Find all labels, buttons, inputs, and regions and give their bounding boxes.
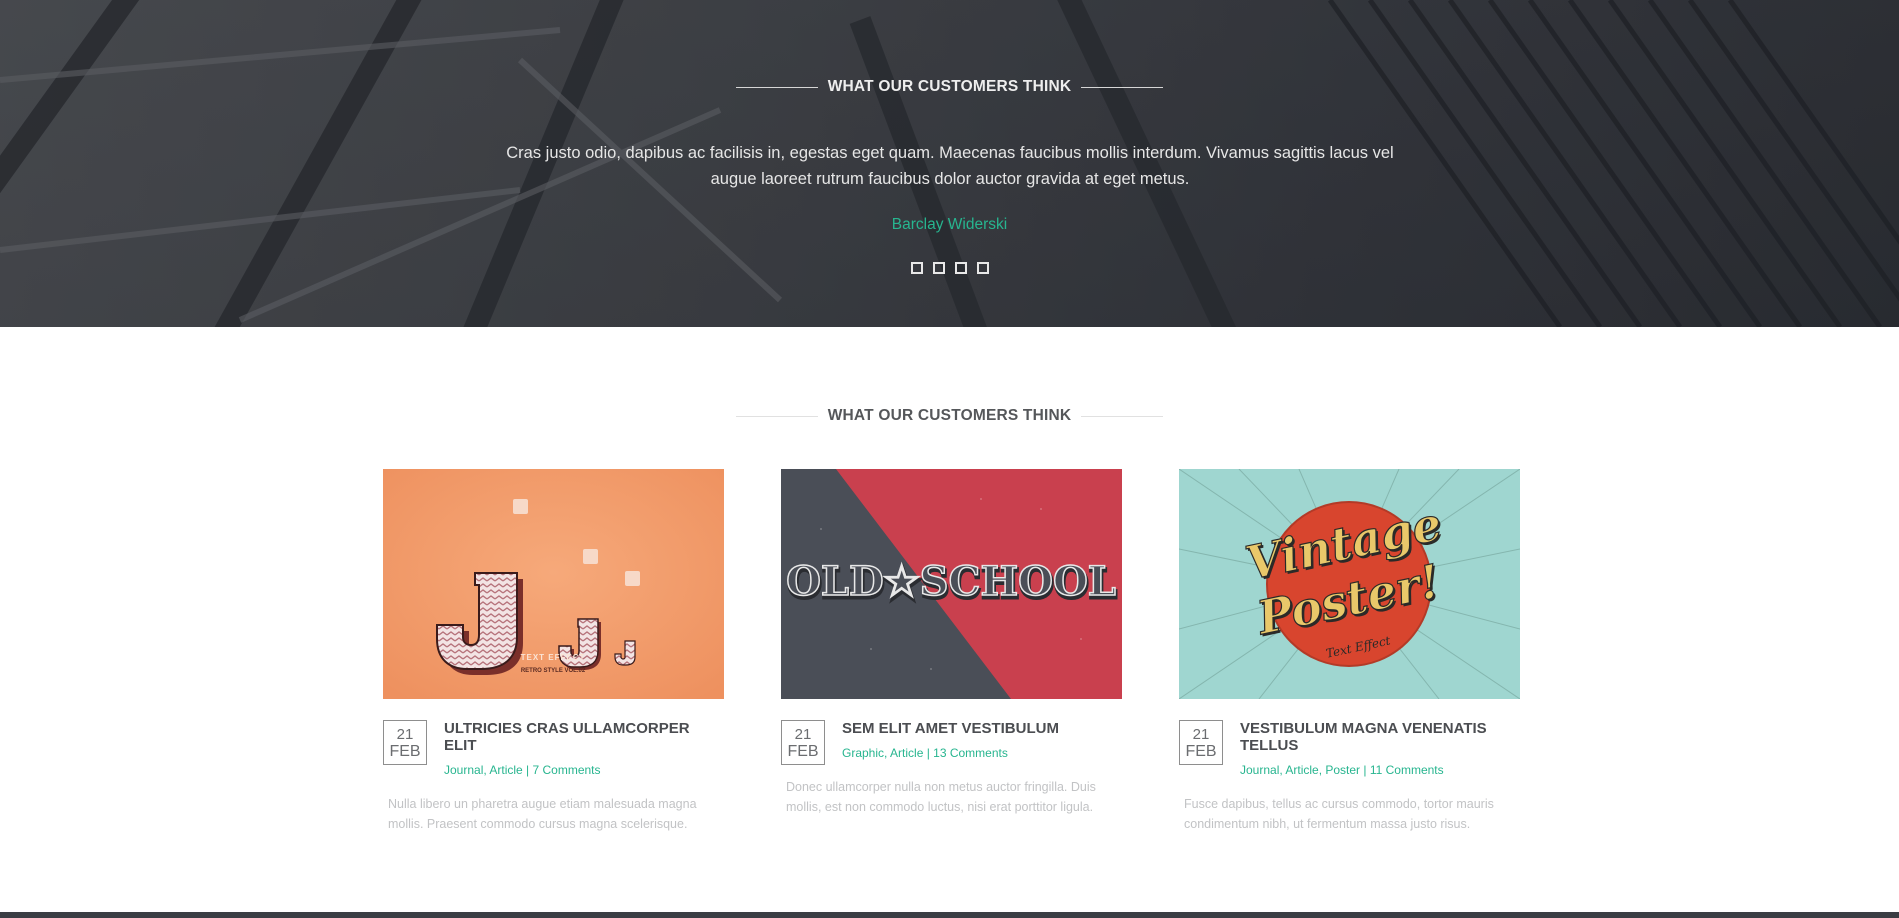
slider-dot-1[interactable] bbox=[910, 262, 923, 274]
post-tags[interactable]: Journal, Article, Poster | 11 Comments bbox=[1240, 763, 1520, 777]
post-date-badge: 21 FEB bbox=[1179, 720, 1223, 765]
post-date-day: 21 bbox=[1192, 726, 1210, 743]
post-thumbnail[interactable]: TEXT EFFECT RETRO STYLE VOL.02 bbox=[383, 469, 724, 699]
slider-dot-2[interactable] bbox=[932, 262, 945, 274]
post-meta: 21 FEB SEM ELIT AMET VESTIBULUM Graphic,… bbox=[781, 720, 1122, 817]
post-date-month: FEB bbox=[787, 743, 819, 760]
post-info: VESTIBULUM MAGNA VENENATIS TELLUS Journa… bbox=[1240, 720, 1520, 777]
post-title[interactable]: SEM ELIT AMET VESTIBULUM bbox=[842, 720, 1122, 737]
post-meta: 21 FEB ULTRICIES CRAS ULLAMCORPER ELIT J… bbox=[383, 720, 724, 834]
post-card: OLD★SCHOOL OLD★SCHOOL 21 FEB SEM ELIT AM… bbox=[781, 469, 1122, 817]
testimonial-quote: Cras justo odio, dapibus ac facilisis in… bbox=[506, 144, 1394, 188]
slider-dot-3[interactable] bbox=[954, 262, 967, 274]
post-card: TEXT EFFECT RETRO STYLE VOL.02 21 FEB UL… bbox=[383, 469, 724, 834]
post-card: Vintage Vintage Poster! Poster! Text Eff… bbox=[1179, 469, 1520, 834]
vintage-poster-image: Vintage Vintage Poster! Poster! Text Eff… bbox=[1179, 469, 1520, 699]
post-excerpt: Fusce dapibus, tellus ac cursus commodo,… bbox=[1184, 797, 1494, 831]
post-meta: 21 FEB VESTIBULUM MAGNA VENENATIS TELLUS… bbox=[1179, 720, 1520, 834]
post-title[interactable]: VESTIBULUM MAGNA VENENATIS TELLUS bbox=[1240, 720, 1520, 754]
image-caption: OLD★SCHOOL bbox=[786, 558, 1116, 605]
post-title[interactable]: ULTRICIES CRAS ULLAMCORPER ELIT bbox=[444, 720, 724, 754]
post-tags[interactable]: Graphic, Article | 13 Comments bbox=[842, 746, 1122, 760]
post-date-day: 21 bbox=[396, 726, 414, 743]
heading-rule-left bbox=[735, 415, 818, 417]
post-thumbnail[interactable]: Vintage Vintage Poster! Poster! Text Eff… bbox=[1179, 469, 1520, 699]
testimonial-author: Barclay Widerski bbox=[891, 216, 1008, 233]
image-caption: TEXT EFFECT bbox=[521, 653, 586, 662]
old-school-image: OLD★SCHOOL OLD★SCHOOL bbox=[781, 469, 1122, 699]
posts-heading-text: WHAT OUR CUSTOMERS THINK bbox=[827, 407, 1072, 424]
footer-bar bbox=[0, 912, 1899, 918]
post-date-badge: 21 FEB bbox=[781, 720, 825, 765]
post-excerpt: Nulla libero un pharetra augue etiam mal… bbox=[388, 797, 697, 831]
heading-rule-right bbox=[1081, 86, 1164, 88]
testimonial-heading-text: WHAT OUR CUSTOMERS THINK bbox=[827, 78, 1072, 95]
testimonial-section: WHAT OUR CUSTOMERS THINK Cras justo odio… bbox=[0, 0, 1899, 327]
post-date-month: FEB bbox=[389, 743, 421, 760]
post-date-month: FEB bbox=[1185, 743, 1217, 760]
heading-rule-left bbox=[735, 86, 818, 88]
posts-heading: WHAT OUR CUSTOMERS THINK bbox=[0, 407, 1899, 425]
retro-text-effect-image: TEXT EFFECT RETRO STYLE VOL.02 bbox=[383, 469, 724, 699]
slider-dot-4[interactable] bbox=[976, 262, 989, 274]
post-excerpt: Donec ullamcorper nulla non metus auctor… bbox=[786, 780, 1096, 814]
post-date-badge: 21 FEB bbox=[383, 720, 427, 765]
post-info: ULTRICIES CRAS ULLAMCORPER ELIT Journal,… bbox=[444, 720, 724, 777]
post-date-day: 21 bbox=[794, 726, 812, 743]
post-thumbnail[interactable]: OLD★SCHOOL OLD★SCHOOL bbox=[781, 469, 1122, 699]
heading-rule-right bbox=[1081, 415, 1164, 417]
post-tags[interactable]: Journal, Article | 7 Comments bbox=[444, 763, 724, 777]
image-subcaption: RETRO STYLE VOL.02 bbox=[521, 668, 586, 674]
testimonial-heading: WHAT OUR CUSTOMERS THINK bbox=[0, 78, 1899, 96]
slider-pagination bbox=[0, 262, 1899, 274]
post-info: SEM ELIT AMET VESTIBULUM Graphic, Articl… bbox=[842, 720, 1122, 760]
